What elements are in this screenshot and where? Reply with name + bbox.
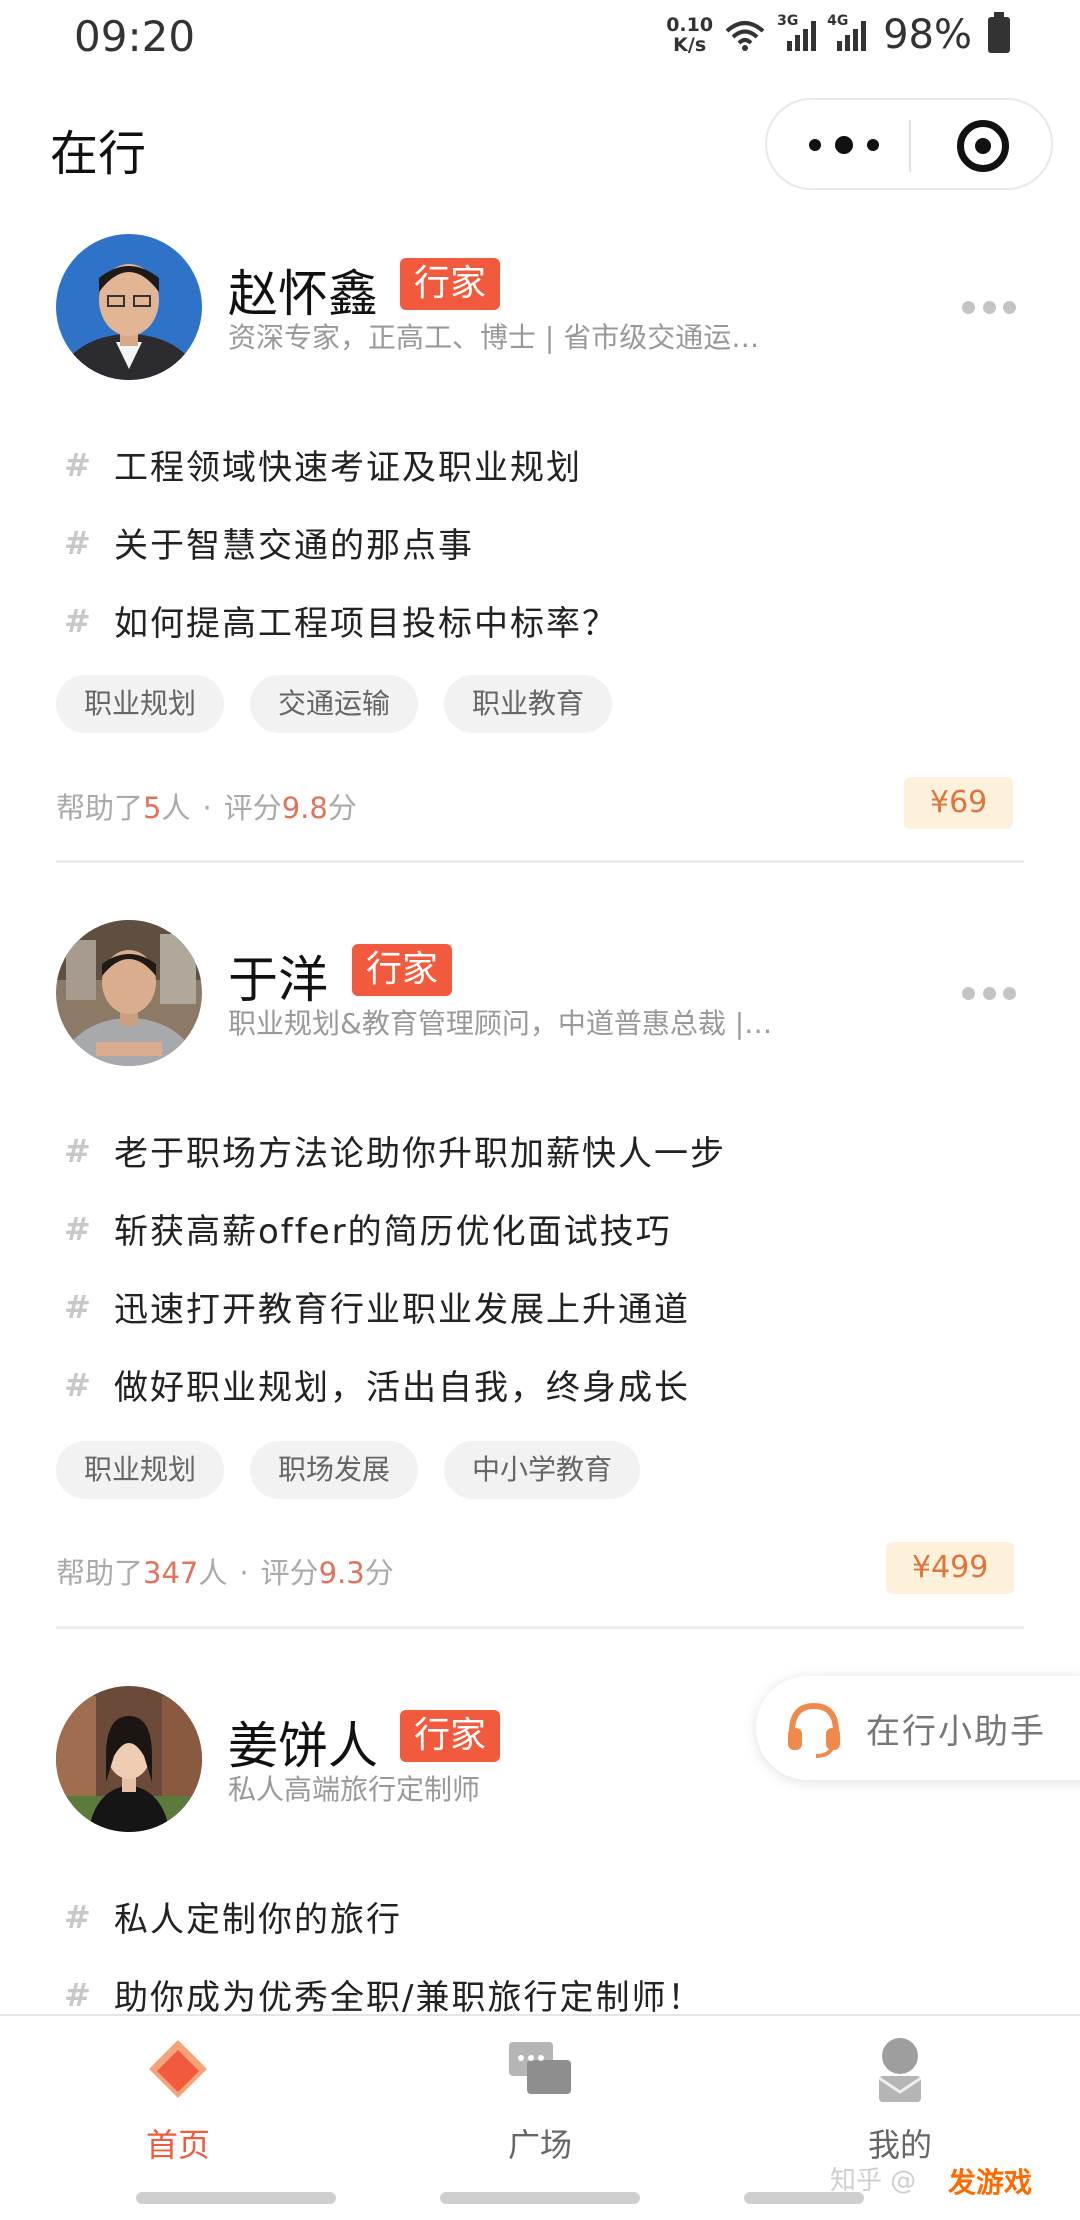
hash-icon: # [64, 1209, 91, 1248]
more-options-icon[interactable] [962, 300, 1016, 314]
topic-item[interactable]: # 关于智慧交通的那点事 [64, 518, 474, 567]
tag-list: 职业规划 职场发展 中小学教育 [56, 1441, 641, 1499]
assistant-label: 在行小助手 [866, 1711, 1046, 1752]
status-indicators: 0.10 K/s 3G 4G 98% [666, 10, 1010, 60]
page-title: 在行 [50, 126, 147, 182]
helped-suffix: 人 [161, 791, 191, 825]
avatar[interactable] [56, 234, 202, 380]
topic-item[interactable]: # 做好职业规划，活出自我，终身成长 [64, 1360, 690, 1409]
topic-title: 私人定制你的旅行 [114, 1900, 402, 1940]
mini-program-capsule [765, 98, 1053, 190]
hash-icon: # [64, 1897, 91, 1936]
card-divider [56, 860, 1024, 863]
rating-suffix: 分 [364, 1556, 394, 1590]
expert-stats: 帮助了 347 人 · 评分 9.3 分 [56, 1550, 394, 1592]
tag-list: 职业规划 交通运输 职业教育 [56, 675, 613, 733]
expert-badge: 行家 [352, 944, 453, 996]
topic-title: 助你成为优秀全职/兼职旅行定制师！ [114, 1978, 704, 2018]
rating-suffix: 分 [327, 791, 357, 825]
topic-title: 如何提高工程项目投标中标率？ [114, 604, 618, 644]
topic-item[interactable]: # 私人定制你的旅行 [64, 1892, 402, 1941]
hash-icon: # [64, 1131, 91, 1170]
tag-chip[interactable]: 中小学教育 [444, 1441, 641, 1499]
topic-title: 关于智慧交通的那点事 [114, 526, 474, 566]
helped-count: 347 [143, 1556, 199, 1590]
capsule-divider [909, 120, 911, 172]
nav-label: 广场 [507, 2126, 572, 2164]
price-tag[interactable]: ¥499 [886, 1542, 1015, 1594]
helped-count: 5 [143, 791, 162, 825]
more-options-icon[interactable] [962, 986, 1016, 1000]
rating-value: 9.3 [318, 1556, 365, 1590]
signal-3g-icon: 3G [777, 13, 817, 53]
expert-subtitle: 职业规划&教育管理顾问，中道普惠总裁 |… [228, 1007, 773, 1040]
topic-item[interactable]: # 助你成为优秀全职/兼职旅行定制师！ [64, 1970, 703, 2019]
signal-4g-icon: 4G [827, 13, 867, 53]
expert-subtitle: 私人高端旅行定制师 [228, 1773, 481, 1806]
topic-title: 斩获高薪offer的简历优化面试技巧 [114, 1212, 672, 1252]
avatar[interactable] [56, 1686, 202, 1832]
close-target-icon[interactable] [957, 120, 1009, 172]
home-diamond-icon [143, 2036, 213, 2106]
topic-title: 工程领域快速考证及职业规划 [114, 448, 582, 488]
hash-icon: # [64, 1287, 91, 1326]
nav-square[interactable]: 广场 [440, 2036, 640, 2166]
network-speed-value: 0.10 [666, 14, 714, 36]
expert-badge: 行家 [400, 258, 501, 310]
tag-chip[interactable]: 交通运输 [250, 675, 419, 733]
status-bar: 09:20 0.10 K/s 3G 4G 98% [0, 0, 1080, 72]
headset-icon [784, 1698, 844, 1758]
more-menu-icon[interactable] [809, 130, 879, 160]
topic-item[interactable]: # 斩获高薪offer的简历优化面试技巧 [64, 1204, 672, 1253]
watermark-logo: 发游戏 [930, 2156, 1050, 2206]
hash-icon: # [64, 1365, 91, 1404]
helped-prefix: 帮助了 [56, 791, 144, 825]
rating-prefix: 评分 [223, 791, 282, 825]
hash-icon: # [64, 601, 91, 640]
topic-item[interactable]: # 老于职场方法论助你升职加薪快人一步 [64, 1126, 726, 1175]
topic-item[interactable]: # 迅速打开教育行业职业发展上升通道 [64, 1282, 690, 1331]
gesture-bar [440, 2192, 640, 2204]
separator-dot: · [239, 1556, 249, 1590]
tag-chip[interactable]: 职业规划 [56, 675, 225, 733]
expert-stats: 帮助了 5 人 · 评分 9.8 分 [56, 785, 357, 827]
watermark-text: 知乎 @ [830, 2166, 917, 2196]
card-divider [56, 1626, 1024, 1629]
hash-icon: # [64, 523, 91, 562]
title-bar: 在行 [0, 90, 1080, 200]
tag-chip[interactable]: 职业规划 [56, 1441, 225, 1499]
expert-subtitle: 资深专家，正高工、博士 | 省市级交通运… [228, 321, 760, 354]
topic-item[interactable]: # 工程领域快速考证及职业规划 [64, 440, 582, 489]
tag-chip[interactable]: 职业教育 [444, 675, 613, 733]
topic-item[interactable]: # 如何提高工程项目投标中标率？ [64, 596, 618, 645]
network-speed: 0.10 K/s [666, 15, 713, 55]
bottom-navigation: 首页 广场 我的 [0, 2014, 1080, 2166]
topic-title: 老于职场方法论助你升职加薪快人一步 [114, 1134, 726, 1174]
rating-value: 9.8 [281, 791, 328, 825]
topic-title: 迅速打开教育行业职业发展上升通道 [114, 1290, 690, 1330]
battery-icon [988, 12, 1010, 53]
person-icon [865, 2036, 935, 2106]
avatar[interactable] [56, 920, 202, 1066]
nav-mine[interactable]: 我的 [800, 2036, 1000, 2166]
nav-label: 首页 [145, 2126, 210, 2164]
tag-chip[interactable]: 职场发展 [250, 1441, 419, 1499]
hash-icon: # [64, 445, 91, 484]
helped-suffix: 人 [198, 1556, 228, 1590]
hash-icon: # [64, 1975, 91, 2014]
expert-badge: 行家 [400, 1710, 501, 1762]
helped-prefix: 帮助了 [56, 1556, 144, 1590]
status-time: 09:20 [74, 12, 196, 61]
chat-bubbles-icon [505, 2036, 575, 2106]
price-tag[interactable]: ¥69 [904, 777, 1014, 829]
network-speed-unit: K/s [673, 34, 707, 56]
wifi-icon [725, 21, 765, 51]
nav-home[interactable]: 首页 [78, 2036, 278, 2166]
assistant-button[interactable]: 在行小助手 [756, 1676, 1080, 1780]
rating-prefix: 评分 [260, 1556, 319, 1590]
topic-title: 做好职业规划，活出自我，终身成长 [114, 1368, 690, 1408]
battery-percent: 98% [883, 12, 972, 58]
separator-dot: · [202, 791, 212, 825]
gesture-bar [136, 2192, 336, 2204]
